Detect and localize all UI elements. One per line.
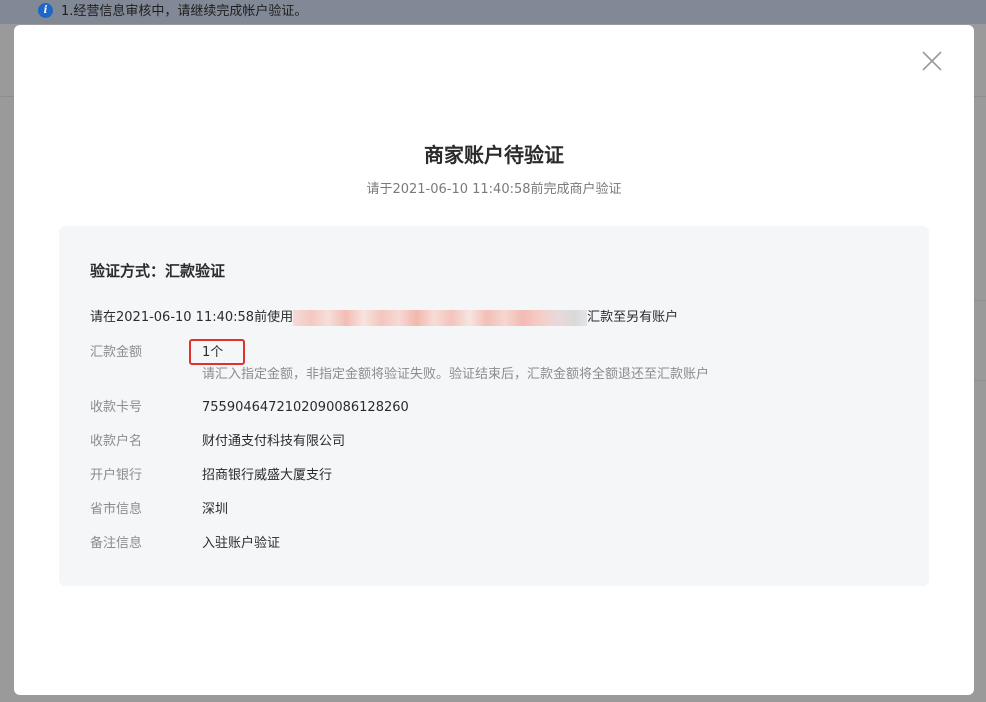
instruction-prefix: 请在2021-06-10 11:40:58前使用 xyxy=(90,310,294,325)
close-icon xyxy=(922,51,942,71)
city-value: 深圳 xyxy=(202,502,229,517)
notice-bar: i 1.经营信息审核中，请继续完成帐户验证。 xyxy=(0,0,986,24)
amount-hint: 请汇入指定金额，非指定金额将验证失败。验证结束后，汇款金额将全额退还至汇款账户 xyxy=(202,367,710,382)
instruction-suffix: 汇款至另有账户 xyxy=(587,310,679,325)
bank-label: 开户银行 xyxy=(90,468,143,483)
verification-panel: 验证方式：汇款验证 请在2021-06-10 11:40:58前使用 汇款至另有账… xyxy=(59,226,929,586)
account-name-label: 收款户名 xyxy=(90,434,143,449)
amount-highlight-box xyxy=(189,339,245,365)
account-name-value: 财付通支付科技有限公司 xyxy=(202,434,346,449)
background-divider xyxy=(974,96,986,97)
modal-title: 商家账户待验证 xyxy=(424,143,564,167)
notice-text: 1.经营信息审核中，请继续完成帐户验证。 xyxy=(61,4,308,19)
verification-modal: 商家账户待验证 请于2021-06-10 11:40:58前完成商户验证 验证方… xyxy=(14,25,974,695)
background-divider xyxy=(974,380,986,381)
info-icon: i xyxy=(38,3,53,18)
card-number-value: 755904647210209008612826​0 xyxy=(202,400,409,415)
city-label: 省市信息 xyxy=(90,502,143,517)
amount-label: 汇款金额 xyxy=(90,345,143,360)
modal-subtitle: 请于2021-06-10 11:40:58前完成商户验证 xyxy=(366,182,622,197)
remittance-instruction: 请在2021-06-10 11:40:58前使用 汇款至另有账户 xyxy=(90,309,678,327)
card-number-label: 收款卡号 xyxy=(90,400,143,415)
redacted-account xyxy=(293,310,588,326)
close-button[interactable] xyxy=(920,49,944,73)
bank-value: 招商银行威盛大厦支行 xyxy=(202,468,333,483)
verification-method-heading: 验证方式：汇款验证 xyxy=(90,262,226,280)
remark-value: 入驻账户验证 xyxy=(202,536,281,551)
remark-label: 备注信息 xyxy=(90,536,143,551)
background-divider xyxy=(974,300,986,301)
background-divider xyxy=(0,96,14,97)
